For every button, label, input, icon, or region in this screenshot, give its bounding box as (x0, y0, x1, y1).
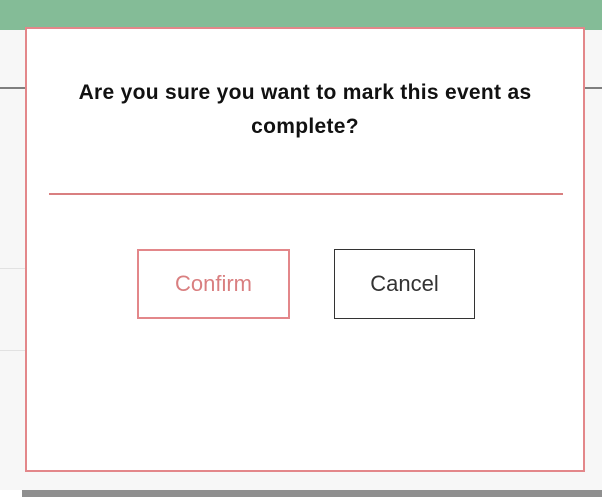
dialog-message: Are you sure you want to mark this event… (78, 81, 532, 138)
bottom-scrollbar (22, 490, 602, 497)
app-header-bar (0, 0, 602, 30)
confirm-dialog: Are you sure you want to mark this event… (25, 27, 585, 472)
confirm-button[interactable]: Confirm (137, 249, 290, 319)
dialog-divider (49, 193, 563, 195)
cancel-button[interactable]: Cancel (334, 249, 475, 319)
